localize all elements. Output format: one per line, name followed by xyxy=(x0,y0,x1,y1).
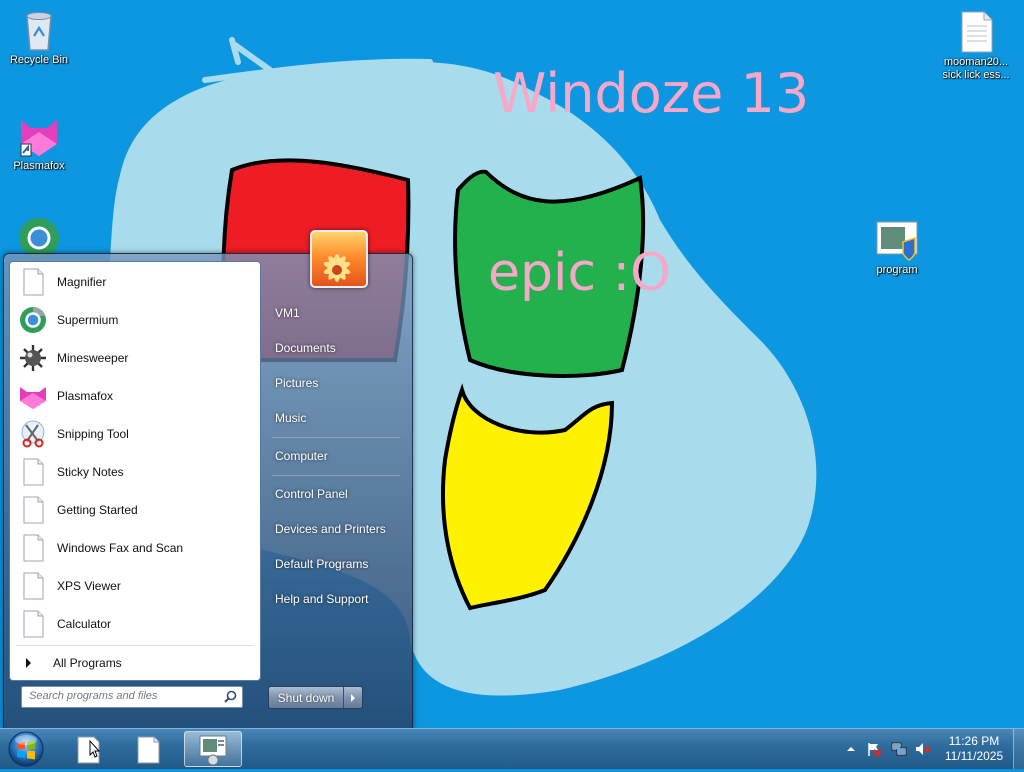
program-label: Sticky Notes xyxy=(57,465,124,479)
taskbar-clock[interactable]: 11:26 PM 11/11/2025 xyxy=(938,734,1010,764)
document-icon xyxy=(137,736,160,764)
user-name-link[interactable]: VM1 xyxy=(270,298,400,328)
all-programs-button[interactable]: All Programs xyxy=(14,651,256,675)
control-panel-link[interactable]: Control Panel xyxy=(270,479,400,509)
supermium-icon xyxy=(20,307,46,333)
program-label: Plasmafox xyxy=(57,389,114,403)
program-label: Magnifier xyxy=(57,275,107,289)
shutdown-options-button[interactable] xyxy=(344,687,362,708)
blank-document-icon xyxy=(23,572,44,600)
program-item-getting-started[interactable]: Getting Started xyxy=(14,492,256,528)
help-and-support-link[interactable]: Help and Support xyxy=(270,584,400,614)
blank-document-icon xyxy=(23,496,44,524)
music-link[interactable]: Music xyxy=(270,403,400,433)
program-item-windows-fax-and-scan[interactable]: Windows Fax and Scan xyxy=(14,530,256,566)
wallpaper-title: Windoze 13 xyxy=(493,62,809,125)
user-picture[interactable] xyxy=(310,230,368,288)
program-label: Supermium xyxy=(57,313,119,327)
program-item-xps-viewer[interactable]: XPS Viewer xyxy=(14,568,256,604)
program-label: Windows Fax and Scan xyxy=(57,541,184,555)
document-icon xyxy=(77,736,101,764)
scissors-icon xyxy=(21,420,45,448)
taskbar: 11:26 PM 11/11/2025 xyxy=(0,728,1024,769)
devices-and-printers-link[interactable]: Devices and Printers xyxy=(270,514,400,544)
desktop-icon-plasmafox[interactable]: Plasmafox xyxy=(1,114,77,173)
program-item-sticky-notes[interactable]: Sticky Notes xyxy=(14,454,256,490)
desktop-icon-mooman-document[interactable]: mooman20... sick lick ess... xyxy=(936,10,1016,82)
taskbar-pinned-program[interactable] xyxy=(184,731,242,767)
program-item-calculator[interactable]: Calculator xyxy=(14,606,256,642)
triangle-right-icon xyxy=(26,658,31,668)
program-label: Getting Started xyxy=(57,503,138,517)
documents-link[interactable]: Documents xyxy=(270,333,400,363)
programs-divider xyxy=(16,645,254,646)
flower-icon xyxy=(323,254,351,282)
taskbar-pinned-document-2[interactable] xyxy=(122,731,176,767)
desktop-icon-label: mooman20... sick lick ess... xyxy=(942,56,1010,81)
recycle-bin-icon xyxy=(26,12,52,51)
search-input[interactable] xyxy=(22,687,219,705)
program-item-supermium[interactable]: Supermium xyxy=(14,302,256,338)
chevron-up-icon[interactable] xyxy=(843,741,859,757)
program-icon xyxy=(199,735,227,766)
shutdown-button[interactable]: Shut down xyxy=(269,687,344,708)
text-document-icon xyxy=(961,11,993,53)
clock-time: 11:26 PM xyxy=(948,734,1000,748)
program-label: Snipping Tool xyxy=(57,427,129,441)
pictures-link[interactable]: Pictures xyxy=(270,368,400,398)
programs-pane: Magnifier Supermium Minesweeper Plasmafo… xyxy=(9,261,261,681)
show-desktop-button[interactable] xyxy=(1013,729,1024,769)
program-label: Minesweeper xyxy=(57,351,129,365)
program-item-plasmafox[interactable]: Plasmafox xyxy=(14,378,256,414)
program-label: Calculator xyxy=(57,617,112,631)
network-icon[interactable] xyxy=(891,741,907,757)
all-programs-label: All Programs xyxy=(53,656,122,670)
program-item-snipping-tool[interactable]: Snipping Tool xyxy=(14,416,256,452)
blank-document-icon xyxy=(23,268,44,296)
triangle-right-icon xyxy=(351,693,355,702)
desktop-icon-label: Recycle Bin xyxy=(9,54,69,66)
clock-date: 11/11/2025 xyxy=(944,749,1004,763)
search-box[interactable] xyxy=(21,686,243,708)
desktop-icon-program[interactable]: program xyxy=(859,218,935,277)
desktop-icon-recycle-bin[interactable]: Recycle Bin xyxy=(1,8,77,67)
program-item-minesweeper[interactable]: Minesweeper xyxy=(14,340,256,376)
mine-icon xyxy=(20,345,46,371)
right-divider xyxy=(272,437,400,438)
plasmafox-icon xyxy=(20,120,57,157)
program-label: XPS Viewer xyxy=(57,579,121,593)
start-button[interactable] xyxy=(6,730,46,768)
desktop-icon-label: program xyxy=(876,264,918,276)
wallpaper-caption: epic :O xyxy=(488,243,671,303)
program-item-magnifier[interactable]: Magnifier xyxy=(14,264,256,300)
speaker-muted-icon[interactable] xyxy=(915,741,931,757)
search-icon[interactable] xyxy=(224,690,237,703)
right-divider xyxy=(272,475,400,476)
desktop-icon-label: Plasmafox xyxy=(13,160,65,172)
blank-document-icon xyxy=(23,610,44,638)
blank-document-icon xyxy=(23,458,44,486)
computer-link[interactable]: Computer xyxy=(270,441,400,471)
action-center-flag-icon[interactable] xyxy=(866,741,882,757)
shutdown-button-group: Shut down xyxy=(268,686,363,709)
program-icon xyxy=(876,221,918,261)
plasmafox-icon xyxy=(20,387,46,409)
default-programs-link[interactable]: Default Programs xyxy=(270,549,400,579)
taskbar-pinned-document-1[interactable] xyxy=(62,731,116,767)
start-menu: Magnifier Supermium Minesweeper Plasmafo… xyxy=(3,230,413,729)
blank-document-icon xyxy=(23,534,44,562)
